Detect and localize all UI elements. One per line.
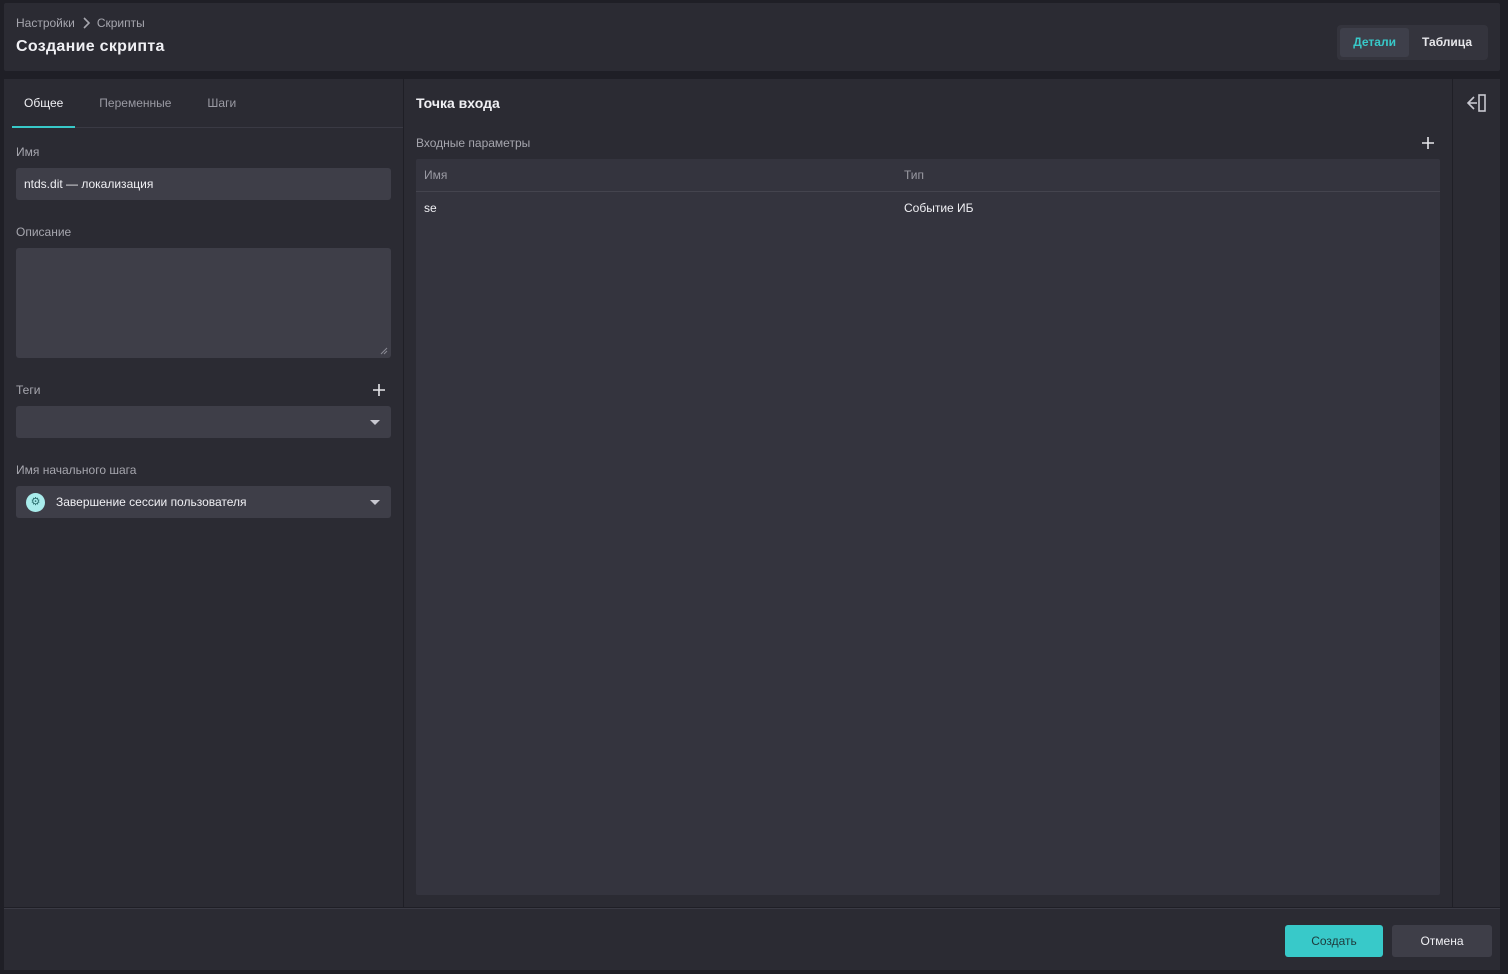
collapse-panel-icon[interactable] xyxy=(1465,93,1487,113)
breadcrumb-item-settings[interactable]: Настройки xyxy=(16,16,75,30)
start-step-value: Завершение сессии пользователя xyxy=(56,495,247,509)
breadcrumb: Настройки Скрипты xyxy=(16,16,145,30)
create-button[interactable]: Создать xyxy=(1285,925,1383,957)
add-tag-icon[interactable] xyxy=(371,382,387,398)
right-rail xyxy=(1453,79,1500,907)
description-label: Описание xyxy=(16,225,72,239)
breadcrumb-item-scripts[interactable]: Скрипты xyxy=(97,16,145,30)
entry-point-title: Точка входа xyxy=(416,95,500,111)
param-type-cell: Событие ИБ xyxy=(904,201,974,215)
chevron-right-icon xyxy=(83,17,90,29)
general-settings-panel: Общее Переменные Шаги Имя ntds.dit — лок… xyxy=(4,79,403,907)
tab-bar: Общее Переменные Шаги xyxy=(12,79,403,128)
page-title: Создание скрипта xyxy=(16,38,165,55)
caret-down-icon xyxy=(370,420,380,425)
tab-steps[interactable]: Шаги xyxy=(195,79,248,127)
table-row[interactable]: se Событие ИБ xyxy=(416,192,1440,225)
resize-grip-icon[interactable] xyxy=(380,347,388,355)
start-step-select[interactable]: ⚙ Завершение сессии пользователя xyxy=(16,486,391,518)
footer-bar: Создать Отмена xyxy=(4,908,1500,970)
tab-general[interactable]: Общее xyxy=(12,79,76,128)
cancel-button[interactable]: Отмена xyxy=(1392,925,1492,957)
column-header-name[interactable]: Имя xyxy=(416,159,896,191)
tags-select[interactable] xyxy=(16,406,391,438)
entry-point-panel: Точка входа Входные параметры Имя Тип se… xyxy=(404,79,1452,907)
caret-down-icon xyxy=(370,500,380,505)
name-label: Имя xyxy=(16,145,40,159)
start-step-label: Имя начального шага xyxy=(16,463,137,477)
table-header: Имя Тип xyxy=(416,159,1440,192)
column-header-type[interactable]: Тип xyxy=(896,159,1440,191)
input-params-label: Входные параметры xyxy=(416,136,531,150)
gear-icon: ⚙ xyxy=(26,493,45,512)
param-name-cell: se xyxy=(424,201,437,215)
view-switch: Детали Таблица xyxy=(1337,25,1488,60)
name-input[interactable]: ntds.dit — локализация xyxy=(16,168,391,200)
view-table-button[interactable]: Таблица xyxy=(1409,28,1485,57)
page-header: Настройки Скрипты Создание скрипта Детал… xyxy=(4,3,1500,71)
input-params-table: Имя Тип se Событие ИБ xyxy=(416,159,1440,895)
view-details-button[interactable]: Детали xyxy=(1340,28,1409,57)
add-parameter-icon[interactable] xyxy=(1420,135,1436,151)
tab-variables[interactable]: Переменные xyxy=(87,79,183,127)
description-textarea[interactable] xyxy=(16,248,391,358)
tags-label: Теги xyxy=(16,383,41,397)
